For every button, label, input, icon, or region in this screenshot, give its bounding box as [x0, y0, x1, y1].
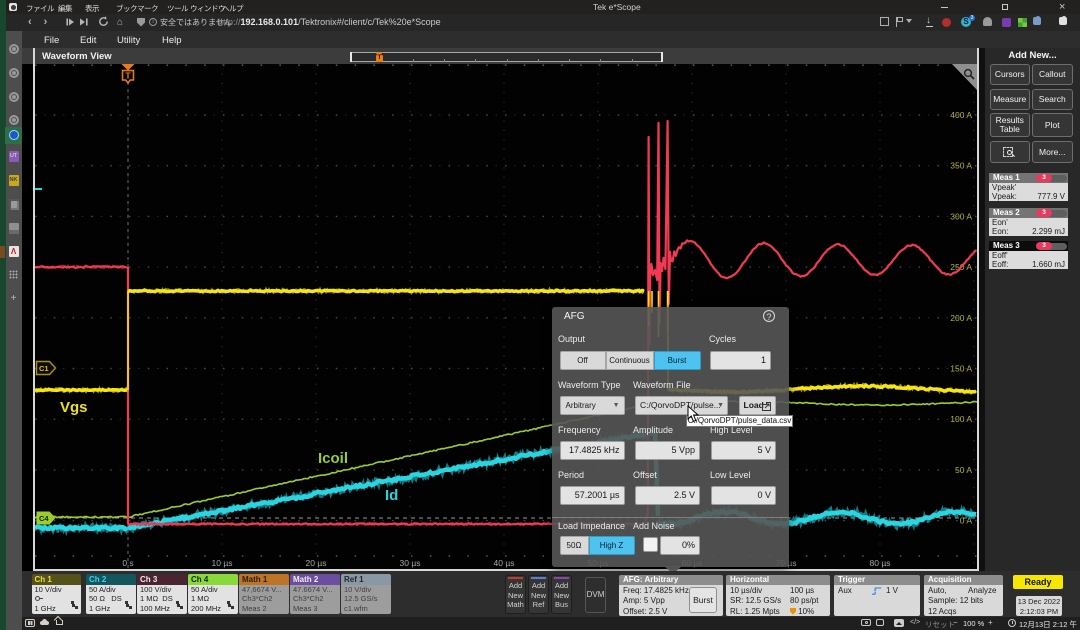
svg-text:Icoil: Icoil — [318, 450, 348, 467]
svg-text:50 A: 50 A — [955, 465, 972, 475]
svg-text:10 µs: 10 µs — [212, 558, 233, 568]
svg-text:300 A: 300 A — [950, 211, 972, 221]
svg-text:350 A: 350 A — [950, 161, 972, 171]
svg-text:30 µs: 30 µs — [400, 558, 421, 568]
svg-text:C4: C4 — [39, 514, 49, 523]
svg-text:100 A: 100 A — [950, 414, 972, 424]
svg-text:C1: C1 — [39, 364, 49, 373]
svg-text:400 A: 400 A — [950, 110, 972, 120]
svg-text:20 µs: 20 µs — [306, 558, 327, 568]
svg-text:T: T — [125, 71, 131, 81]
svg-text:Id: Id — [385, 487, 398, 504]
svg-text:Vgs: Vgs — [60, 399, 88, 416]
svg-text:40 µs: 40 µs — [494, 558, 515, 568]
svg-text:80 µs: 80 µs — [870, 558, 891, 568]
svg-text:150 A: 150 A — [950, 364, 972, 374]
svg-text:200 A: 200 A — [950, 313, 972, 323]
